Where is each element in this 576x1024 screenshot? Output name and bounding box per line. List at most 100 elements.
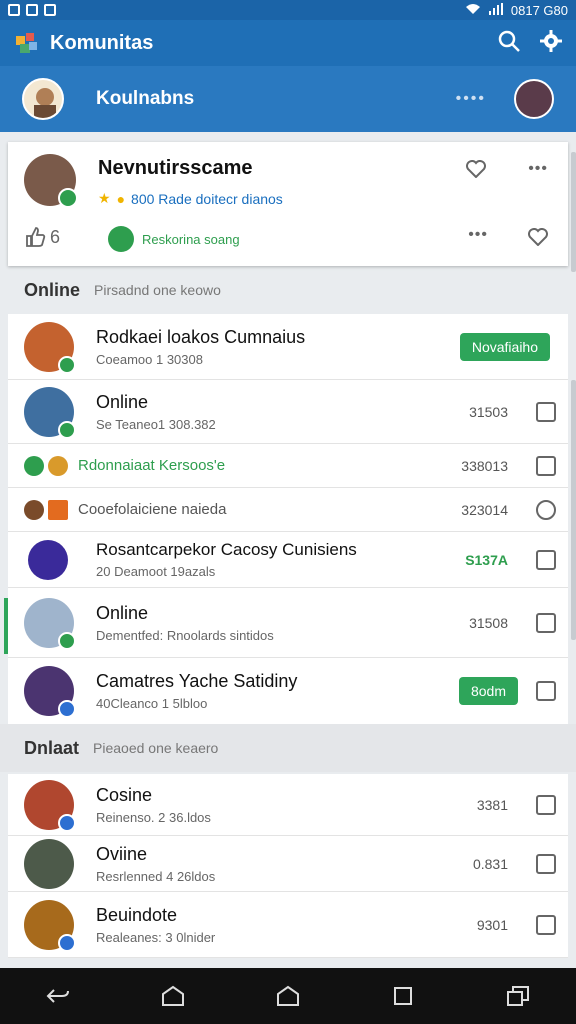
edit-icon[interactable] xyxy=(536,794,556,815)
app-logo-icon xyxy=(16,33,37,53)
featured-card: Nevnutirsscame ★ ● 800 Rade doitecr dian… xyxy=(8,142,568,266)
recents-icon[interactable] xyxy=(389,982,417,1010)
emblem-icon xyxy=(24,499,44,520)
list-item[interactable]: Rodkaei loakos Cumnaius Coeamoo 1 30308 … xyxy=(8,314,568,380)
item-icons xyxy=(24,455,68,476)
item-title: Online xyxy=(96,391,149,412)
item-subtitle: Dementfed: Rnoolards sintidos xyxy=(96,627,274,643)
profile-name: Koulnabns xyxy=(96,88,195,109)
item-value: 31508 xyxy=(469,614,508,631)
verified-icon xyxy=(58,188,78,208)
status-bar: 0817 G80 xyxy=(0,0,576,20)
star-icon: ★ xyxy=(98,190,111,206)
avatar xyxy=(24,838,74,889)
notification-icon xyxy=(26,4,38,16)
section-heading: Dnlaat xyxy=(24,737,80,758)
notification-icon xyxy=(44,4,56,16)
heart-icon[interactable] xyxy=(528,228,548,251)
list-item[interactable]: Camatres Yache Satidiny 40Cleanco 1 5lbl… xyxy=(8,658,568,724)
status-pill[interactable]: 8odm xyxy=(458,677,518,705)
item-title: Rodkaei loakos Cumnaius xyxy=(96,326,306,347)
wifi-icon xyxy=(465,3,481,18)
list-item[interactable]: Rosantcarpekor Cacosy Cunisiens 20 Deamo… xyxy=(8,532,568,588)
more-icon[interactable]: •••• xyxy=(456,90,486,108)
avatar xyxy=(24,597,76,650)
section-subtitle: Pirsadnd one keowo xyxy=(94,282,221,298)
item-title: Rdonnaiaat Kersoos'e xyxy=(78,457,226,474)
avatar[interactable] xyxy=(22,78,64,120)
mark-icon[interactable] xyxy=(536,455,556,476)
tag-icon xyxy=(48,499,68,520)
item-value: S137A xyxy=(465,551,508,568)
verified-badge xyxy=(58,933,76,952)
edit-icon[interactable] xyxy=(536,401,556,422)
list-item[interactable]: Online Se Teaneo1 308.382 31503 xyxy=(8,380,568,444)
section-subtitle: Pieaoed one keaero xyxy=(93,740,219,756)
edit-icon[interactable] xyxy=(536,681,556,701)
list-item[interactable]: Cosine Reinenso. 2 36.ldos 3381 xyxy=(8,774,568,836)
scrollbar[interactable] xyxy=(571,380,576,640)
like-button[interactable]: 6 xyxy=(24,226,60,248)
list-item[interactable]: Online Dementfed: Rnoolards sintidos 315… xyxy=(8,588,568,658)
status-pill[interactable]: Novafiaiho xyxy=(459,332,550,361)
app-title: Komunitas xyxy=(50,31,154,54)
coin-icon: ● xyxy=(116,190,126,207)
back-icon[interactable] xyxy=(44,982,72,1010)
item-title: Oviine xyxy=(96,843,148,864)
notification-icon xyxy=(8,4,20,16)
list-item[interactable]: Oviine Resrlenned 4 26ldos 0.831 xyxy=(8,836,568,892)
card-meta-text: 800 Rade doitecr dianos xyxy=(131,190,283,207)
item-value: 0.831 xyxy=(472,855,508,872)
avatar xyxy=(24,321,76,374)
item-value: 338013 xyxy=(461,457,508,474)
avatar xyxy=(24,386,76,439)
emoji-icon xyxy=(48,455,68,476)
edit-icon[interactable] xyxy=(536,914,556,935)
home-outline-icon[interactable] xyxy=(159,982,187,1010)
selection-indicator xyxy=(4,598,8,654)
smile-icon[interactable] xyxy=(536,499,556,520)
avatar xyxy=(24,779,76,832)
item-value: 31503 xyxy=(469,403,508,420)
item-icons xyxy=(24,499,68,520)
status-chip: Reskorina soang xyxy=(108,226,240,252)
like-count: 6 xyxy=(50,226,61,247)
search-icon[interactable] xyxy=(498,30,520,57)
user-avatar[interactable] xyxy=(514,79,554,119)
list-item[interactable]: Rdonnaiaat Kersoos'e 338013 xyxy=(8,444,568,488)
more-icon[interactable]: ••• xyxy=(468,226,488,244)
item-subtitle: Resrlenned 4 26ldos xyxy=(96,868,216,884)
item-subtitle: Realeanes: 3 0lnider xyxy=(96,929,216,945)
card-meta: ★ ● 800 Rade doitecr dianos xyxy=(98,190,283,207)
signal-icon xyxy=(488,2,503,18)
section-heading: Online xyxy=(24,279,81,300)
verified-badge xyxy=(58,700,76,718)
avatar xyxy=(24,666,76,718)
heart-icon[interactable] xyxy=(466,160,486,183)
more-icon[interactable]: ••• xyxy=(528,160,548,178)
scrollbar[interactable] xyxy=(571,152,576,272)
online-badge xyxy=(58,420,76,439)
multiwindow-icon[interactable] xyxy=(504,982,532,1010)
status-text: Reskorina soang xyxy=(142,231,240,247)
item-title: Beuindote xyxy=(96,904,178,925)
avatar xyxy=(24,899,76,952)
edit-icon[interactable] xyxy=(536,853,556,874)
edit-icon[interactable] xyxy=(536,549,556,570)
check-icon xyxy=(24,455,44,476)
check-circle-icon xyxy=(108,226,134,252)
thumbs-up-icon xyxy=(26,227,46,247)
online-badge xyxy=(58,631,76,650)
system-nav-bar xyxy=(0,968,576,1024)
item-title: Rosantcarpekor Cacosy Cunisiens xyxy=(96,540,357,559)
edit-icon[interactable] xyxy=(536,612,556,633)
item-title: Online xyxy=(96,602,149,623)
gear-icon[interactable] xyxy=(540,29,562,57)
item-title: Cooefolaiciene naieda xyxy=(78,501,227,518)
list-item[interactable]: Cooefolaiciene naieda 323014 xyxy=(8,488,568,532)
offline-list: Cosine Reinenso. 2 36.ldos 3381 Oviine R… xyxy=(8,774,568,958)
online-badge xyxy=(58,355,76,374)
list-item[interactable]: Beuindote Realeanes: 3 0lnider 9301 xyxy=(8,892,568,958)
home-icon[interactable] xyxy=(274,982,302,1010)
item-title: Camatres Yache Satidiny xyxy=(96,671,298,691)
